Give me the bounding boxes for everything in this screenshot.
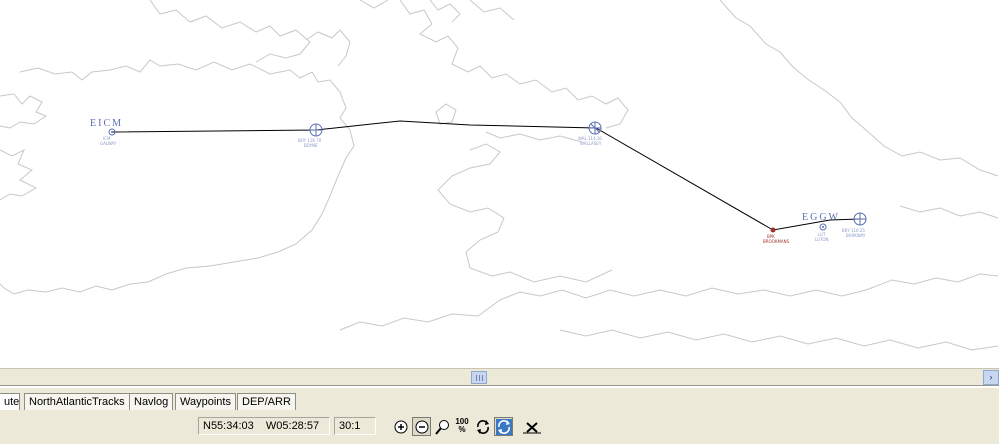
vor-symbol-boyne[interactable] [309, 123, 323, 137]
refresh-icon [477, 420, 489, 434]
longitude-value: W05:28:57 [265, 420, 320, 432]
sync-button[interactable] [494, 417, 513, 436]
coastline-scotland [359, 0, 629, 129]
zoom-100-button[interactable]: 100 % [452, 417, 471, 436]
sync-icon [496, 419, 512, 435]
coastline-ireland-west [0, 93, 48, 129]
coastline-ireland-sw [0, 148, 38, 201]
bottom-panel: ute NorthAtlanticTracks Navlog Waypoints… [0, 388, 999, 444]
zoom-ratio: 30:1 [334, 417, 376, 435]
scroll-right-button[interactable]: › [983, 370, 999, 385]
dest-sub-label-2: LUTON [815, 237, 829, 242]
scrollbar-thumb[interactable] [471, 371, 487, 384]
coastlines [0, 0, 999, 351]
vor-symbol-barkway[interactable] [853, 212, 867, 226]
coastline-thames [899, 205, 999, 219]
tab-north-atlantic-tracks[interactable]: NorthAtlanticTracks [24, 393, 130, 410]
zoom-in-button[interactable] [391, 417, 410, 436]
vor3-name: BARKWAY [846, 233, 866, 238]
vor2-name: WALLASEY [580, 141, 602, 146]
zoom-out-button[interactable] [412, 417, 431, 436]
coastline-channel [559, 329, 999, 351]
coastline-isle-of-man [435, 103, 457, 125]
tab-route[interactable]: ute [0, 393, 20, 410]
vor1-name: BOYNE [304, 143, 318, 148]
vor-symbol-wallasey[interactable] [588, 121, 602, 135]
coastline-wales [437, 143, 613, 283]
coastline-cornwall [339, 299, 501, 331]
latitude-value: N55:34:03 [203, 420, 254, 432]
coastline-ireland [0, 59, 355, 295]
close-icon [523, 422, 541, 434]
chevron-right-icon: › [989, 372, 993, 382]
tab-navlog[interactable]: Navlog [129, 393, 174, 410]
tab-waypoints[interactable]: Waypoints [175, 393, 236, 410]
destination-airport-code: EGGW [802, 212, 840, 223]
fix-name: BROOKMANS [763, 239, 790, 244]
refresh-button[interactable] [473, 417, 492, 436]
coastline-south-england [499, 273, 999, 301]
route-map[interactable]: EICM ICM GALWAY BOY 116.70 BOYNE WAL 114… [0, 0, 999, 368]
magnifier-icon [435, 420, 449, 435]
origin-sub-label-2: GALWAY [100, 141, 117, 146]
destination-airport-symbol[interactable] [819, 223, 827, 231]
zoom-100-icon: 100 % [455, 417, 469, 434]
origin-airport-code: EICM [90, 118, 123, 129]
zoom-out-icon [415, 420, 429, 434]
tab-dep-arr[interactable]: DEP/ARR [237, 393, 296, 410]
coordinate-readout: N55:34:03 W05:28:57 [198, 417, 330, 435]
zoom-area-button[interactable] [433, 417, 452, 436]
coastline-scotland-islands [429, 0, 515, 23]
coastline-liverpool [485, 131, 583, 143]
fix-symbol-bpk[interactable] [770, 227, 776, 233]
close-map-button[interactable] [521, 417, 545, 436]
map-canvas[interactable] [0, 0, 999, 368]
route-line [111, 120, 861, 231]
coastline-england-east [719, 0, 999, 177]
horizontal-scrollbar[interactable]: › [0, 368, 999, 386]
zoom-in-icon [394, 420, 408, 434]
coastline-ni-east [305, 29, 351, 67]
coastline-ni [149, 0, 311, 63]
